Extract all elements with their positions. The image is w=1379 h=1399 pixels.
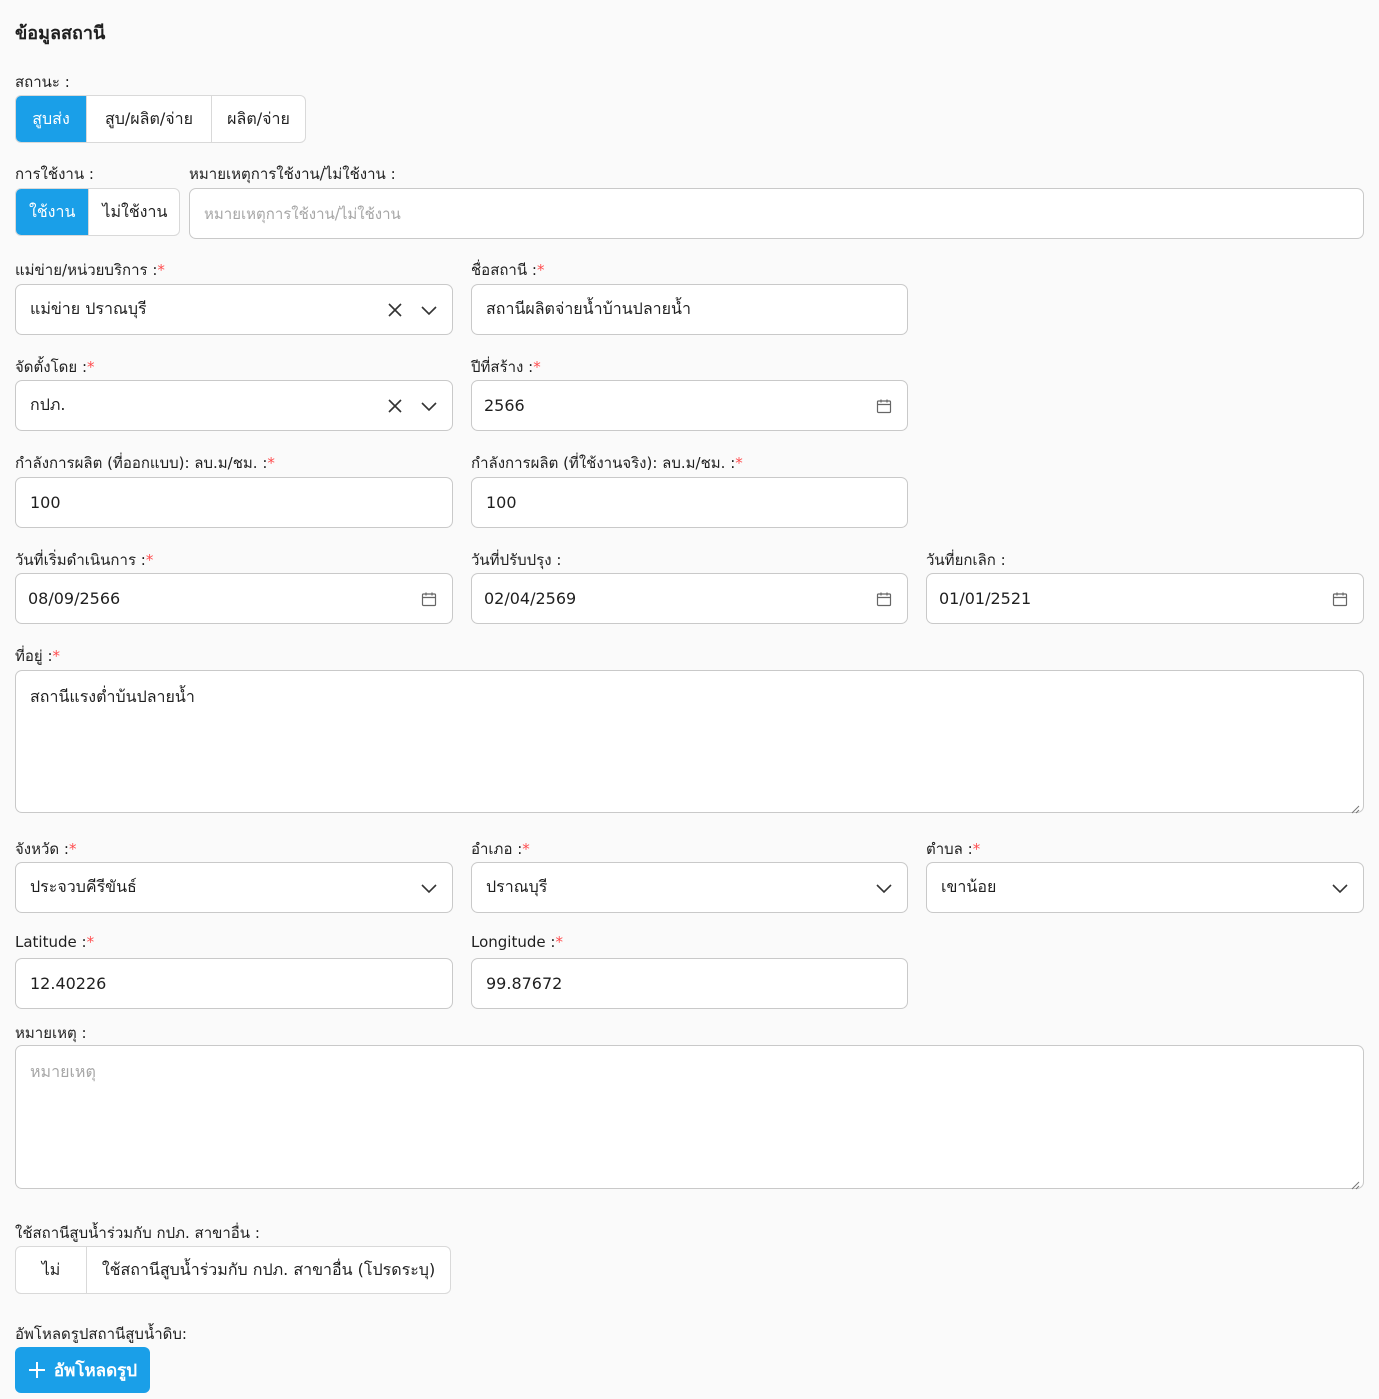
capacity-actual-input[interactable]: 100: [471, 477, 908, 528]
address-label: ที่อยู่ :*: [15, 647, 61, 665]
cancel-date-value: 01/01/2521: [939, 589, 1032, 608]
shared-segmented: ไม่ ใช้สถานีสูบน้ำร่วมกับ กปภ. สาขาอื่น …: [15, 1246, 451, 1294]
chevron-down-icon[interactable]: [1331, 879, 1349, 897]
district-value: ปราณบุรี: [486, 877, 548, 896]
calendar-icon[interactable]: [1331, 590, 1349, 608]
latitude-input[interactable]: 12.40226: [15, 958, 453, 1009]
build-year-picker[interactable]: 2566: [471, 380, 908, 431]
chevron-down-icon[interactable]: [420, 301, 438, 319]
subdistrict-label: ตำบล :*: [926, 840, 981, 858]
calendar-icon[interactable]: [875, 397, 893, 415]
chevron-down-icon[interactable]: [420, 397, 438, 415]
plus-icon: [28, 1361, 46, 1379]
longitude-label: Longitude :*: [471, 933, 563, 951]
usage-label: การใช้งาน :: [15, 165, 94, 183]
status-segmented: สูบส่ง สูบ/ผลิต/จ่าย ผลิต/จ่าย: [15, 95, 306, 143]
usage-option-inactive[interactable]: ไม่ใช้งาน: [88, 189, 179, 235]
province-value: ประจวบคีรีขันธ์: [30, 877, 137, 896]
build-year-value: 2566: [484, 396, 525, 415]
capacity-design-label: กำลังการผลิต (ที่ออกแบบ): ลบ.ม/ชม. :*: [15, 454, 275, 472]
capacity-design-input[interactable]: 100: [15, 477, 453, 528]
cancel-date-label: วันที่ยกเลิก :: [926, 551, 1006, 569]
remark-textarea[interactable]: หมายเหตุ: [15, 1045, 1364, 1190]
usage-note-label: หมายเหตุการใช้งาน/ไม่ใช้งาน :: [189, 165, 396, 183]
district-label: อำเภอ :*: [471, 840, 530, 858]
remark-label: หมายเหตุ :: [15, 1024, 87, 1042]
upload-label: อัพโหลดรูปสถานีสูบน้ำดิบ:: [15, 1325, 187, 1343]
longitude-value: 99.87672: [486, 974, 563, 993]
capacity-design-value: 100: [30, 493, 61, 512]
usage-option-active[interactable]: ใช้งาน: [16, 189, 89, 235]
page-title: ข้อมูลสถานี: [15, 23, 106, 44]
subdistrict-value: เขาน้อย: [941, 877, 997, 896]
clear-icon[interactable]: [386, 397, 404, 415]
district-select[interactable]: ปราณบุรี: [471, 862, 908, 913]
shared-option-no[interactable]: ไม่: [16, 1247, 86, 1293]
usage-note-placeholder: หมายเหตุการใช้งาน/ไม่ใช้งาน: [204, 204, 401, 223]
status-option-produce-supply[interactable]: ผลิต/จ่าย: [211, 96, 305, 142]
capacity-actual-value: 100: [486, 493, 517, 512]
station-name-input[interactable]: สถานีผลิตจ่ายน้ำบ้านปลายน้ำ: [471, 284, 908, 335]
upload-image-button[interactable]: อัพโหลดรูป: [15, 1347, 150, 1393]
address-textarea[interactable]: สถานีแรงต่ำบ้นปลายน้ำ: [15, 670, 1364, 814]
update-date-value: 02/04/2569: [484, 589, 577, 608]
cancel-date-picker[interactable]: 01/01/2521: [926, 573, 1364, 624]
shared-label: ใช้สถานีสูบน้ำร่วมกับ กปภ. สาขาอื่น :: [15, 1224, 260, 1242]
start-date-picker[interactable]: 08/09/2566: [15, 573, 453, 624]
resize-handle-icon[interactable]: [1350, 1175, 1360, 1190]
station-name-label: ชื่อสถานี :*: [471, 261, 545, 279]
update-date-picker[interactable]: 02/04/2569: [471, 573, 908, 624]
chevron-down-icon[interactable]: [875, 879, 893, 897]
calendar-icon[interactable]: [875, 590, 893, 608]
longitude-input[interactable]: 99.87672: [471, 958, 908, 1009]
chevron-down-icon[interactable]: [420, 879, 438, 897]
status-option-pump-produce-supply[interactable]: สูบ/ผลิต/จ่าย: [86, 96, 211, 142]
province-select[interactable]: ประจวบคีรีขันธ์: [15, 862, 453, 913]
shared-option-yes[interactable]: ใช้สถานีสูบน้ำร่วมกับ กปภ. สาขาอื่น (โปร…: [86, 1247, 450, 1293]
build-year-label: ปีที่สร้าง :*: [471, 358, 541, 376]
service-unit-value: แม่ข่าย ปราณบุรี: [30, 299, 147, 318]
installed-by-label: จัดตั้งโดย :*: [15, 358, 95, 376]
service-unit-select[interactable]: แม่ข่าย ปราณบุรี: [15, 284, 453, 335]
clear-icon[interactable]: [386, 301, 404, 319]
usage-note-input[interactable]: หมายเหตุการใช้งาน/ไม่ใช้งาน: [189, 188, 1364, 239]
installed-by-select[interactable]: กปภ.: [15, 380, 453, 431]
start-date-value: 08/09/2566: [28, 589, 121, 608]
subdistrict-select[interactable]: เขาน้อย: [926, 862, 1364, 913]
start-date-label: วันที่เริ่มดำเนินการ :*: [15, 551, 154, 569]
calendar-icon[interactable]: [420, 590, 438, 608]
remark-placeholder: หมายเหตุ: [30, 1062, 96, 1081]
update-date-label: วันที่ปรับปรุง :: [471, 551, 562, 569]
latitude-value: 12.40226: [30, 974, 107, 993]
status-option-pump[interactable]: สูบส่ง: [16, 96, 86, 142]
capacity-actual-label: กำลังการผลิต (ที่ใช้งานจริง): ลบ.ม/ชม. :…: [471, 454, 743, 472]
status-label: สถานะ :: [15, 73, 70, 91]
station-name-value: สถานีผลิตจ่ายน้ำบ้านปลายน้ำ: [486, 299, 691, 318]
installed-by-value: กปภ.: [30, 395, 66, 414]
upload-button-label: อัพโหลดรูป: [53, 1360, 138, 1381]
usage-segmented: ใช้งาน ไม่ใช้งาน: [15, 188, 180, 236]
latitude-label: Latitude :*: [15, 933, 95, 951]
province-label: จังหวัด :*: [15, 840, 77, 858]
resize-handle-icon[interactable]: [1350, 799, 1360, 814]
service-unit-label: แม่ข่าย/หน่วยบริการ :*: [15, 261, 165, 279]
address-value: สถานีแรงต่ำบ้นปลายน้ำ: [30, 687, 195, 706]
